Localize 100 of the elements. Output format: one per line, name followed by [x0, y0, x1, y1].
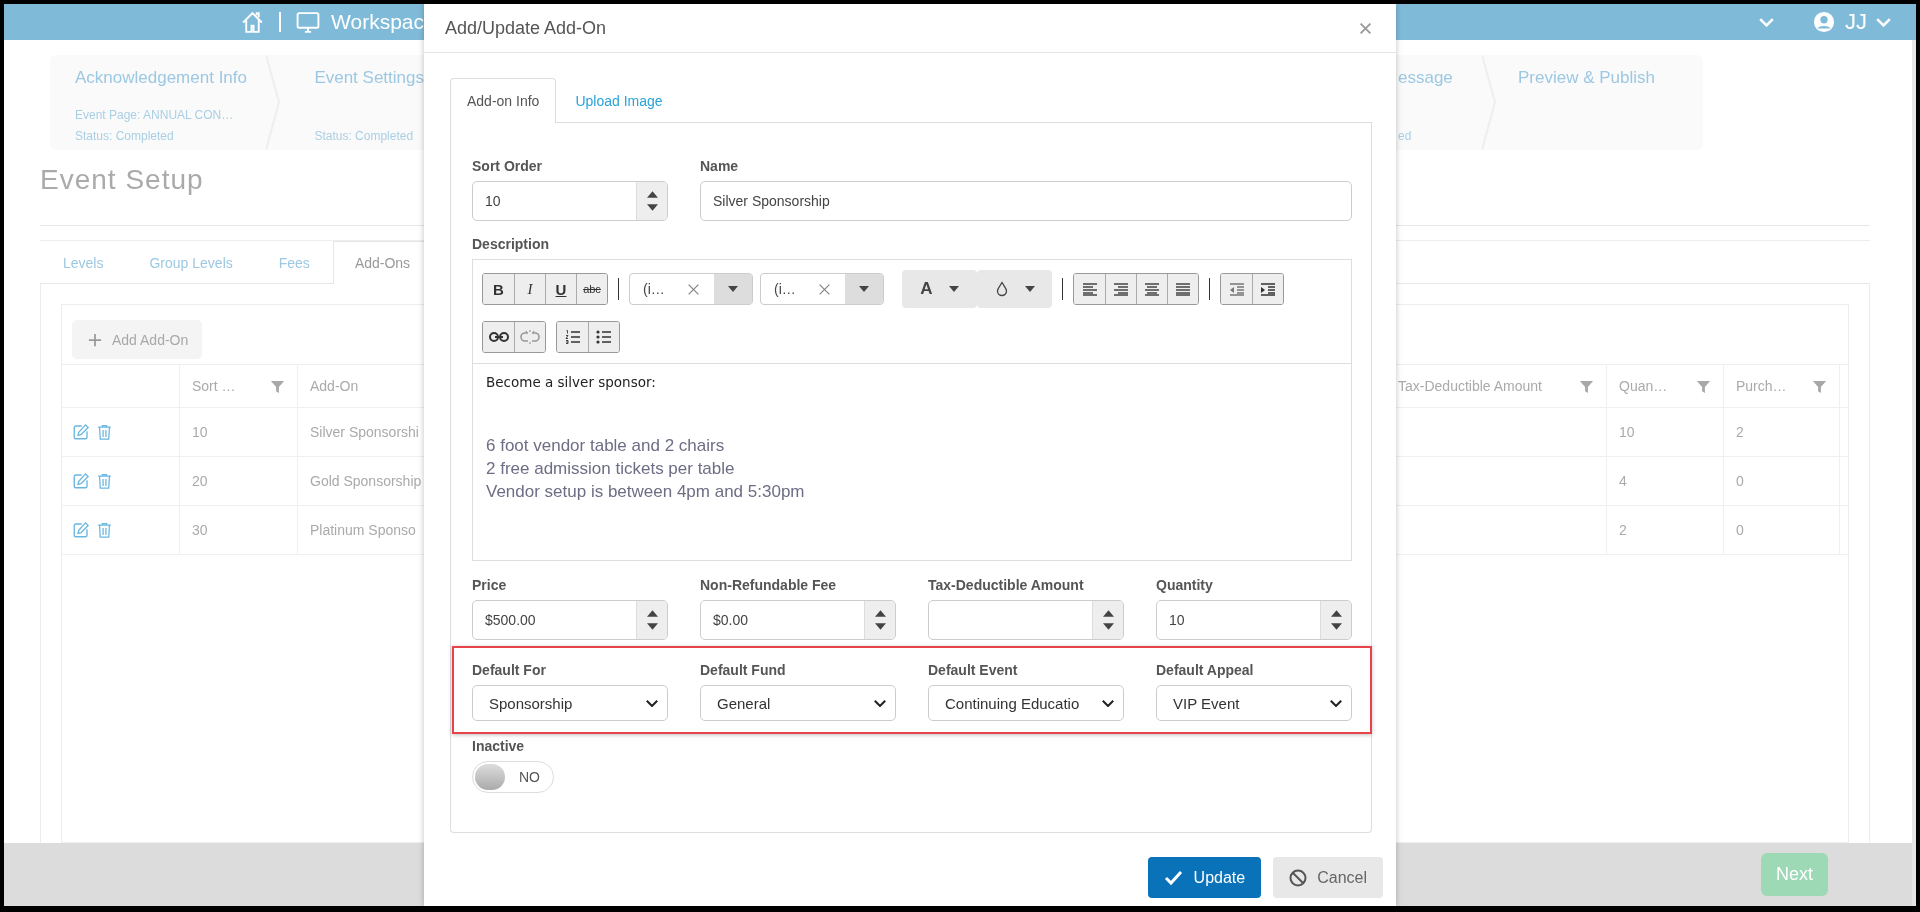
trash-icon[interactable]: [96, 521, 113, 539]
field-label: Inactive: [472, 737, 526, 756]
text-color-button[interactable]: A: [902, 270, 977, 308]
toggle-switch[interactable]: NO: [472, 761, 554, 793]
field-label: Tax-Deductible Amount: [928, 576, 1085, 595]
stepper-icon[interactable]: [636, 182, 667, 220]
number-field[interactable]: 10: [1156, 600, 1352, 640]
check-icon: [1163, 869, 1184, 886]
ban-icon: [1289, 868, 1308, 887]
justify-icon: [1175, 282, 1191, 296]
chevron-down-icon[interactable]: [645, 698, 659, 708]
table-cell: 30: [192, 522, 208, 538]
monitor-icon[interactable]: [295, 9, 321, 35]
filter-icon[interactable]: [1579, 378, 1594, 394]
format-button[interactable]: I: [514, 274, 545, 304]
filter-icon[interactable]: [1812, 378, 1827, 394]
justify-button[interactable]: [1167, 274, 1198, 304]
align-right-button[interactable]: [1105, 274, 1136, 304]
table-cell: 20: [192, 473, 208, 489]
field-label: Sort Order: [472, 157, 543, 176]
align-center-button[interactable]: [1136, 274, 1167, 304]
edit-icon[interactable]: [72, 521, 90, 539]
caret-icon: [948, 286, 959, 292]
stepper-icon[interactable]: [636, 601, 667, 639]
close-icon: [1359, 21, 1372, 35]
number-field[interactable]: $500.00: [472, 600, 668, 640]
table-cell: 2: [1619, 522, 1627, 538]
filter-icon[interactable]: [1696, 378, 1711, 394]
rich-text-editor[interactable]: B I U abc (i… (i… A Become a silver sponsor: 6 foot vendor table and 2 chairs 2 free admission tickets per table Vendor setup is between 4pm and 5:30pm: [472, 259, 1352, 561]
link-button[interactable]: [483, 322, 514, 352]
description-text: 2 free admission tickets per table: [486, 458, 736, 480]
home-icon[interactable]: [240, 9, 265, 35]
align-left-button[interactable]: [1074, 274, 1105, 304]
number-field[interactable]: $0.00: [700, 600, 896, 640]
stepper-icon[interactable]: [1092, 601, 1123, 639]
clear-icon: [818, 282, 831, 296]
ordered-list-button[interactable]: [557, 322, 588, 352]
step-status: ed: [1398, 129, 1413, 143]
filter-icon[interactable]: [270, 378, 285, 394]
format-button[interactable]: B: [483, 274, 514, 304]
field-label: Price: [472, 576, 508, 595]
caret-icon: [1024, 286, 1035, 292]
chevron-down-icon[interactable]: [1101, 698, 1115, 708]
font-select[interactable]: (i…: [629, 273, 753, 305]
format-button[interactable]: abc: [576, 274, 607, 304]
table-cell: Silver Sponsorshi: [310, 424, 419, 440]
table-cell: 0: [1736, 522, 1744, 538]
edit-icon[interactable]: [72, 423, 90, 441]
outdent-button[interactable]: [1221, 274, 1252, 304]
align-left-icon: [1081, 282, 1098, 296]
dialog-title: Add/Update Add-On: [445, 17, 607, 39]
field-label: Default Fund: [700, 661, 787, 680]
description-text: Vendor setup is between 4pm and 5:30pm: [486, 481, 806, 503]
stepper-icon[interactable]: [864, 601, 895, 639]
page-title: Event Setup: [40, 164, 204, 196]
tab[interactable]: Add-on Info: [450, 78, 557, 123]
table-cell: 0: [1736, 473, 1744, 489]
table-cell: Platinum Sponso: [310, 522, 416, 538]
cancel-button[interactable]: Cancel: [1273, 857, 1383, 898]
field-label: Default For: [472, 661, 547, 680]
field-label: Default Appeal: [1156, 661, 1255, 680]
format-button[interactable]: U: [545, 274, 576, 304]
font-select[interactable]: (i…: [760, 273, 884, 305]
align-right-icon: [1113, 282, 1129, 296]
chevron-down-icon[interactable]: [873, 698, 887, 708]
field-label: Description: [472, 235, 550, 254]
clear-icon: [687, 282, 700, 296]
indent-button[interactable]: [1252, 274, 1283, 304]
column-header: Quan…: [1619, 378, 1668, 394]
update-button[interactable]: Update: [1147, 857, 1262, 898]
field-label: Default Event: [928, 661, 1019, 680]
dropdown[interactable]: VIP Event: [1156, 685, 1352, 721]
trash-icon[interactable]: [96, 423, 113, 441]
field-label: Name: [700, 157, 740, 176]
bullet-list-button[interactable]: [588, 322, 619, 352]
field-label: Quantity: [1156, 576, 1214, 595]
bullet-list-icon: [596, 329, 612, 345]
caret-icon: [728, 286, 738, 292]
highlight-color-button[interactable]: [977, 270, 1052, 308]
indent-icon: [1260, 282, 1276, 296]
chevron-down-icon[interactable]: [1329, 698, 1343, 708]
table-cell: 10: [192, 424, 208, 440]
column-header: Tax-Deductible Amount: [1398, 378, 1542, 394]
number-field[interactable]: [928, 600, 1124, 640]
edit-icon[interactable]: [72, 472, 90, 490]
ordered-list-icon: [564, 329, 581, 345]
user-icon[interactable]: [1813, 11, 1835, 33]
trash-icon[interactable]: [96, 472, 113, 490]
table-cell: Gold Sponsorship: [310, 473, 422, 489]
unlink-icon: [520, 329, 540, 345]
dropdown[interactable]: General: [700, 685, 896, 721]
stepper-icon[interactable]: [1320, 601, 1351, 639]
dropdown[interactable]: Continuing Educatio: [928, 685, 1124, 721]
text-field[interactable]: Silver Sponsorship: [700, 181, 1352, 221]
caret-icon: [859, 286, 869, 292]
number-field[interactable]: 10: [472, 181, 668, 221]
description-text: Become a silver sponsor:: [486, 374, 657, 390]
dropdown[interactable]: Sponsorship: [472, 685, 668, 721]
step-status: Status: Completed: [314, 129, 415, 143]
column-header: Add-On: [310, 378, 359, 394]
